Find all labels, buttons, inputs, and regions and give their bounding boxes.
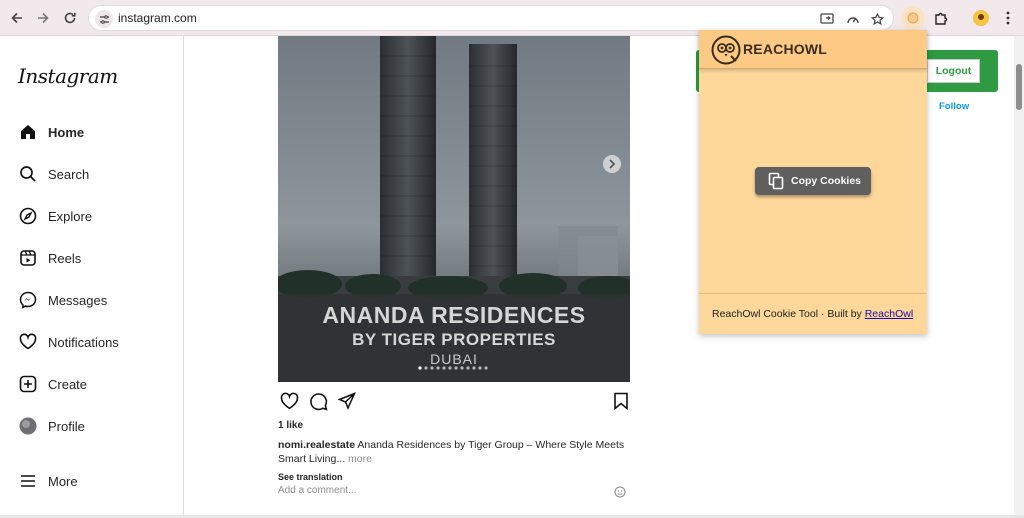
like-heart-icon[interactable]: [278, 390, 300, 412]
nav-label: Create: [48, 376, 88, 392]
comment-input[interactable]: Add a comment...: [278, 485, 356, 496]
copy-icon: [767, 172, 785, 190]
post-image-line2: BY TIGER PROPERTIES: [352, 330, 556, 349]
performance-icon[interactable]: [844, 10, 862, 28]
caption-more-link[interactable]: more: [348, 453, 372, 465]
plus-square-icon: [18, 374, 38, 394]
compass-icon: [18, 206, 38, 226]
nav-label: Search: [48, 166, 90, 182]
post-caption: nomi.realestate Ananda Residences by Tig…: [278, 438, 630, 466]
post-actions: [278, 390, 630, 412]
nav-label: More: [48, 473, 78, 489]
instagram-sidebar: Instagram Home Search Explore Reels Mess…: [0, 36, 184, 518]
popup-footer: ReachOwl Cookie Tool · Built by ReachOwl: [699, 293, 927, 334]
site-info-icon[interactable]: [95, 10, 113, 28]
popup-header: REACHOWL: [699, 30, 927, 69]
post-image[interactable]: ANANDA RESIDENCES BY TIGER PROPERTIES DU…: [278, 36, 630, 382]
search-icon: [18, 164, 38, 184]
post-image-line1: ANANDA RESIDENCES: [322, 302, 585, 328]
avatar-icon: [18, 416, 38, 436]
owl-logo-icon: [711, 35, 741, 65]
footer-text: ReachOwl Cookie Tool · Built by ReachOwl: [712, 308, 913, 320]
nav-more[interactable]: More: [18, 469, 78, 493]
kebab-menu-icon[interactable]: [996, 6, 1020, 30]
nav-create[interactable]: Create: [18, 372, 87, 396]
url-text: instagram.com: [118, 11, 197, 25]
forward-arrow-icon[interactable]: [32, 7, 54, 29]
messenger-icon: [18, 290, 38, 310]
nav-label: Profile: [48, 418, 85, 434]
footer-caption: ReachOwl Cookie Tool · Built by: [712, 308, 865, 320]
bookmark-icon[interactable]: [610, 390, 632, 412]
follow-link[interactable]: Follow: [939, 101, 969, 112]
share-icon[interactable]: [336, 390, 358, 412]
logout-button[interactable]: Logout: [927, 59, 980, 83]
copy-cookies-button[interactable]: Copy Cookies: [755, 167, 871, 195]
back-arrow-icon[interactable]: [6, 7, 28, 29]
nav-label: Home: [48, 124, 85, 140]
home-icon: [18, 122, 38, 142]
nav-reels[interactable]: Reels: [18, 246, 81, 270]
nav-label: Notifications: [48, 334, 119, 350]
scrollbar-thumb[interactable]: [1016, 64, 1022, 110]
puzzle-icon[interactable]: [929, 6, 953, 30]
reachowl-popup: REACHOWL Copy Cookies ReachOwl Cookie To…: [699, 30, 927, 334]
nav-explore[interactable]: Explore: [18, 204, 92, 228]
address-bar[interactable]: instagram.com: [88, 5, 894, 31]
star-icon[interactable]: [868, 10, 886, 28]
nav-messages[interactable]: Messages: [18, 288, 107, 312]
comment-icon[interactable]: [307, 390, 329, 412]
cast-icon[interactable]: [818, 10, 836, 28]
instagram-logo[interactable]: Instagram: [18, 64, 118, 88]
carousel-next-icon[interactable]: [603, 155, 621, 173]
nav-notifications[interactable]: Notifications: [18, 330, 119, 354]
nav-home[interactable]: Home: [18, 120, 84, 144]
reels-icon: [18, 248, 38, 268]
nav-label: Messages: [48, 292, 108, 308]
emoji-icon[interactable]: [614, 485, 628, 499]
likes-count[interactable]: 1 like: [278, 420, 303, 431]
nav-profile[interactable]: Profile: [18, 414, 85, 438]
nav-label: Reels: [48, 250, 82, 266]
see-translation-link[interactable]: See translation: [278, 472, 343, 482]
post-image-line3: DUBAI: [430, 351, 478, 367]
hamburger-icon: [18, 471, 38, 491]
reachowl-link[interactable]: ReachOwl: [865, 308, 913, 320]
nav-label: Explore: [48, 208, 93, 224]
reload-icon[interactable]: [59, 7, 81, 29]
caption-username[interactable]: nomi.realestate: [278, 439, 355, 451]
heart-icon: [18, 332, 38, 352]
reachowl-extension-icon[interactable]: [901, 6, 925, 30]
copy-cookies-label: Copy Cookies: [791, 175, 862, 187]
nav-search[interactable]: Search: [18, 162, 89, 186]
profile-avatar-icon[interactable]: [969, 6, 993, 30]
post-photo: ANANDA RESIDENCES BY TIGER PROPERTIES DU…: [278, 36, 630, 382]
popup-title: REACHOWL: [743, 41, 828, 57]
